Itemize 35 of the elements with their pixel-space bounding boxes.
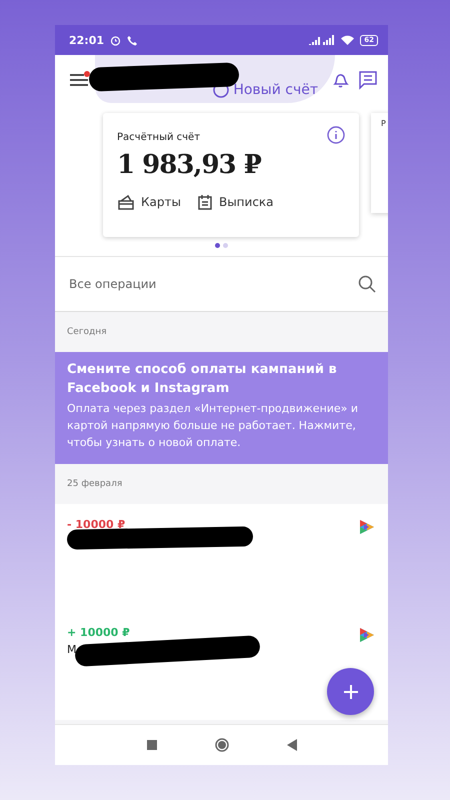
document-icon [196,194,213,210]
home-icon[interactable] [214,738,228,752]
banner-text: Оплата через раздел «Интернет-продвижение» и картой напрямую больше не работает. Нажмите, чтобы узнать о новой оплате. [67,401,360,451]
call-icon [127,34,138,46]
page-dot[interactable] [215,243,220,248]
balance-amount: 1 983,93 ₽ [117,150,262,180]
date-header: 25 февраля [66,478,124,491]
chat-icon[interactable] [358,70,378,90]
banner-title: Смените способ оплаты кампаний в Facebook и Instagram [67,361,338,398]
menu-icon[interactable] [69,72,89,88]
alarm-icon [110,34,122,46]
operation-amount: + 10000 ₽ [67,626,131,639]
back-icon[interactable] [286,739,296,751]
recents-icon[interactable] [146,740,156,750]
colorful-logo-icon [358,518,376,536]
statement-button[interactable]: Выписка [196,194,274,210]
signal-icon [309,35,336,45]
plus-icon [344,684,358,698]
date-header: Сегодня [66,326,108,339]
operation-row[interactable]: - 10000 ₽ [55,504,388,612]
account-card[interactable]: Расчётный счёт 1 983,93 ₽ Карты Выписка [103,113,359,237]
operation-description: М [67,643,76,656]
clock-time: 22:01 [69,34,104,46]
colorful-logo-icon [358,626,376,644]
cards-button[interactable]: Карты [117,194,181,210]
search-field[interactable]: Все операции [67,276,358,292]
account-card[interactable]: Р [371,113,388,213]
wifi-icon [341,35,354,45]
page-dot[interactable] [223,243,228,248]
operation-row[interactable]: + 10000 ₽ М [55,612,388,720]
card-title: Расчётный счёт [117,132,200,143]
search-icon[interactable] [358,275,376,293]
operation-amount: - 10000 ₽ [67,518,126,531]
info-icon[interactable] [327,126,345,144]
card-icon [117,194,135,210]
